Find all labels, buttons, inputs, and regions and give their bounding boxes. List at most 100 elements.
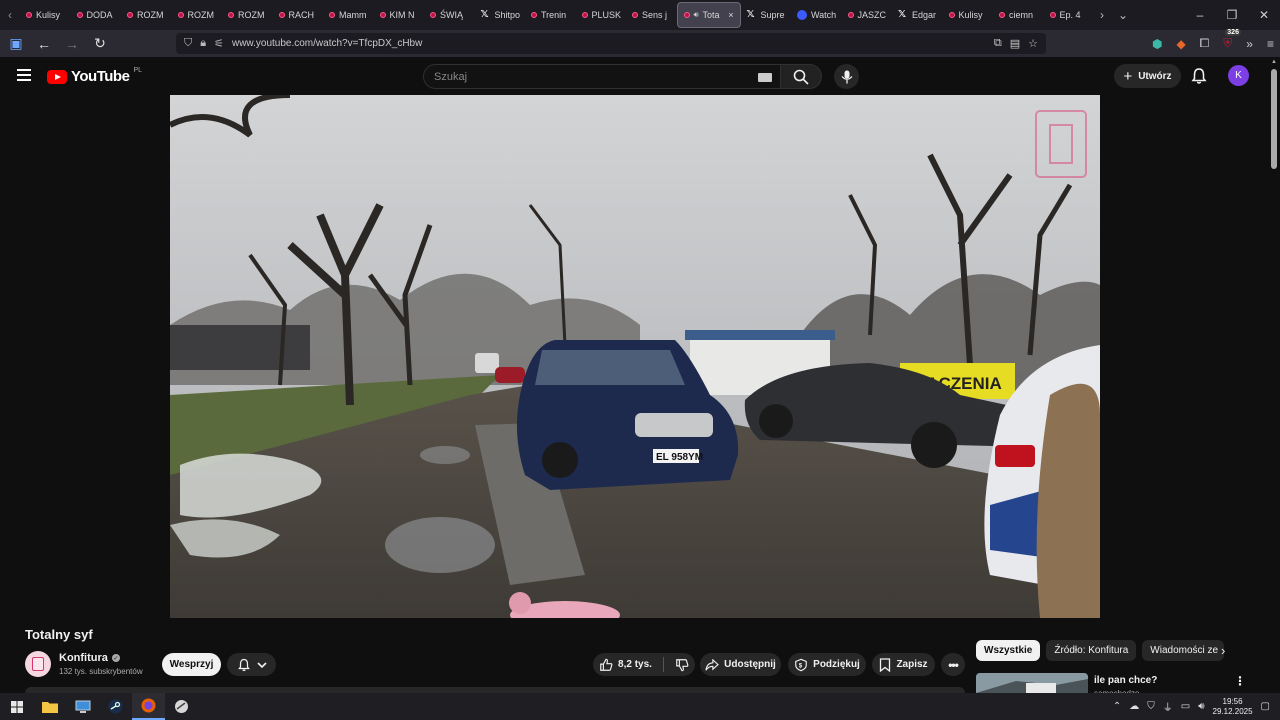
- tab-label: KIM N: [389, 10, 415, 20]
- tab-scroll-left-icon[interactable]: ‹: [0, 0, 20, 30]
- steam-icon[interactable]: [99, 693, 132, 720]
- notification-settings-button[interactable]: [227, 653, 276, 676]
- recommended-thumbnail[interactable]: [976, 673, 1088, 693]
- permissions-icon[interactable]: ⚟: [214, 37, 224, 50]
- speaker-icon[interactable]: 🔊︎: [694, 10, 699, 20]
- security-icon[interactable]: ⛉: [1147, 701, 1155, 712]
- browser-tab[interactable]: Trenin: [525, 2, 576, 28]
- browser-tab[interactable]: RACH: [273, 2, 324, 28]
- like-separator: [662, 657, 664, 672]
- overflow-chevron-icon[interactable]: »: [1246, 37, 1253, 51]
- app-icon[interactable]: [165, 693, 198, 720]
- browser-tab-strip: ‹ Kulisy DODA ROZM ROZM ROZM RACH Mamm KIM N ŚWI…: [0, 0, 1280, 30]
- recommended-title[interactable]: ile pan chce?: [1094, 675, 1157, 686]
- thumbs-down-icon[interactable]: [675, 658, 689, 672]
- tab-scroll-right-icon[interactable]: ›: [1100, 8, 1104, 22]
- browser-tab[interactable]: DODA: [71, 2, 122, 28]
- usb-icon[interactable]: ⏚: [1163, 699, 1173, 714]
- browser-tab[interactable]: JASZC: [842, 2, 893, 28]
- extensions-puzzle-icon[interactable]: ⧠: [1200, 36, 1210, 51]
- close-window-icon[interactable]: ✕: [1248, 0, 1280, 30]
- youtube-favicon-icon: [76, 12, 83, 18]
- chip-news[interactable]: Wiadomości ze: [1142, 640, 1225, 661]
- browser-tab[interactable]: ciemn: [993, 2, 1044, 28]
- video-player[interactable]: MACZENIA EL 958YM: [170, 95, 1100, 618]
- browser-tab[interactable]: Kulisy: [20, 2, 71, 28]
- channel-name[interactable]: Konfitura ✓: [59, 652, 120, 664]
- notifications-bell-icon[interactable]: [1190, 67, 1208, 85]
- ublock-icon[interactable]: ⛨ 326: [1223, 29, 1241, 51]
- channel-avatar[interactable]: [25, 651, 51, 677]
- chip-source-channel[interactable]: Źródło: Konfitura: [1046, 640, 1137, 661]
- bookmark-star-icon[interactable]: ☆: [1028, 37, 1038, 50]
- display-icon[interactable]: ▭: [1181, 701, 1190, 712]
- reload-icon[interactable]: ↻: [88, 32, 112, 56]
- picture-in-picture-icon[interactable]: ⧉: [994, 37, 1002, 50]
- scrollbar-thumb[interactable]: [1271, 69, 1277, 169]
- scroll-up-icon[interactable]: ▲: [1271, 59, 1277, 65]
- page-scrollbar[interactable]: ▲: [1268, 57, 1280, 692]
- browser-tab[interactable]: ROZM: [121, 2, 172, 28]
- network-icon[interactable]: ☁: [1129, 701, 1139, 712]
- url-bar[interactable]: ⛉ 🔒︎ ⚟ www.youtube.com/watch?v=TfcpDX_cH…: [176, 33, 1046, 54]
- guide-menu-icon[interactable]: [17, 69, 31, 81]
- browser-tab[interactable]: PLUSK: [576, 2, 627, 28]
- pc-monitor-icon[interactable]: [66, 693, 99, 720]
- browser-tab[interactable]: KIM N: [374, 2, 425, 28]
- share-button[interactable]: Udostępnij: [700, 653, 781, 676]
- browser-tab[interactable]: ŚWIĄ: [424, 2, 475, 28]
- url-text[interactable]: www.youtube.com/watch?v=TfcpDX_cHbw: [232, 38, 422, 49]
- thanks-button[interactable]: $ Podziękuj: [788, 653, 866, 676]
- browser-tab[interactable]: Sens j: [626, 2, 677, 28]
- recommended-more-icon[interactable]: ⋮: [1234, 674, 1246, 688]
- clock[interactable]: 19:56 29.12.2025: [1213, 697, 1253, 717]
- app-menu-icon[interactable]: ≡: [1267, 37, 1274, 51]
- account-avatar[interactable]: K: [1228, 65, 1249, 86]
- windows-start-icon[interactable]: [0, 693, 33, 720]
- forward-icon[interactable]: →: [60, 32, 84, 56]
- minimize-icon[interactable]: –: [1184, 0, 1216, 30]
- firefox-icon[interactable]: [132, 693, 165, 720]
- browser-tab[interactable]: Ep. 4: [1044, 2, 1095, 28]
- lock-icon[interactable]: 🔒︎: [200, 37, 206, 50]
- windows-logo-icon: [10, 700, 23, 713]
- search-button[interactable]: [780, 64, 822, 89]
- file-explorer-icon[interactable]: [33, 693, 66, 720]
- more-dots-icon: •••: [948, 657, 959, 672]
- notifications-center-icon[interactable]: ▢: [1261, 701, 1270, 712]
- browser-tab[interactable]: Watch: [791, 2, 842, 28]
- sidebar-toggle-icon[interactable]: ▣: [4, 32, 28, 56]
- save-button[interactable]: Zapisz: [872, 653, 935, 676]
- browser-tab[interactable]: Kulisy: [943, 2, 994, 28]
- support-button[interactable]: Wesprzyj: [162, 653, 221, 676]
- back-icon[interactable]: ←: [32, 32, 56, 56]
- create-button[interactable]: + Utwórz: [1114, 64, 1181, 88]
- shield-icon[interactable]: ⛉: [184, 37, 192, 50]
- keyboard-icon[interactable]: [758, 73, 772, 82]
- tab-label: ciemn: [1009, 10, 1034, 20]
- tray-overflow-icon[interactable]: ⌃: [1113, 701, 1121, 712]
- browser-tab[interactable]: 𝕏 Supre: [741, 2, 792, 28]
- browser-tab[interactable]: 𝕏 Edgar: [892, 2, 943, 28]
- restore-icon[interactable]: ❐: [1216, 0, 1248, 30]
- list-all-tabs-icon[interactable]: ⌄: [1118, 8, 1128, 22]
- browser-tab[interactable]: ROZM: [172, 2, 223, 28]
- browser-tab-active[interactable]: 🔊︎ Tota ×: [676, 2, 741, 28]
- chips-next-icon[interactable]: ›: [1221, 643, 1225, 658]
- more-actions-button[interactable]: •••: [941, 653, 965, 676]
- fox-extension-icon[interactable]: ◆: [1176, 37, 1185, 51]
- voice-search-button[interactable]: [834, 64, 859, 89]
- volume-icon[interactable]: 🔊︎: [1198, 701, 1204, 712]
- youtube-header: YouTube PL + Utwórz K: [0, 57, 1280, 95]
- search-input[interactable]: [434, 70, 744, 83]
- reader-view-icon[interactable]: ▤: [1010, 37, 1020, 50]
- youtube-logo[interactable]: YouTube PL: [47, 67, 142, 85]
- browser-tab[interactable]: Mamm: [323, 2, 374, 28]
- close-tab-icon[interactable]: ×: [728, 10, 733, 20]
- browser-tab[interactable]: 𝕏 Shitpo: [475, 2, 526, 28]
- chip-all[interactable]: Wszystkie: [976, 640, 1041, 661]
- channel-name-text[interactable]: Konfitura: [59, 652, 108, 664]
- vpn-shield-icon[interactable]: ⬢: [1152, 37, 1162, 51]
- browser-tab[interactable]: ROZM: [222, 2, 273, 28]
- like-button[interactable]: 8,2 tys.: [599, 658, 652, 672]
